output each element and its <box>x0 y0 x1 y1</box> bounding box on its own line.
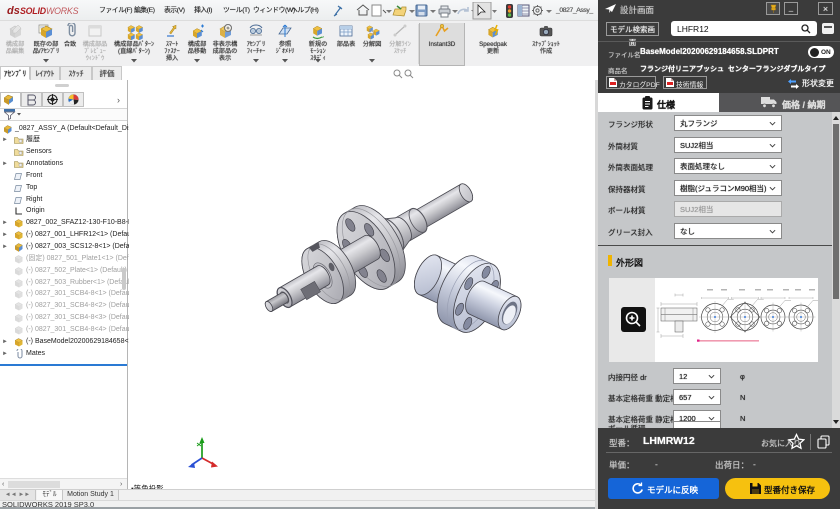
svg-text:ds: ds <box>7 5 20 17</box>
svg-text:WORKS: WORKS <box>46 6 79 16</box>
svg-text:SOLID: SOLID <box>20 6 47 16</box>
